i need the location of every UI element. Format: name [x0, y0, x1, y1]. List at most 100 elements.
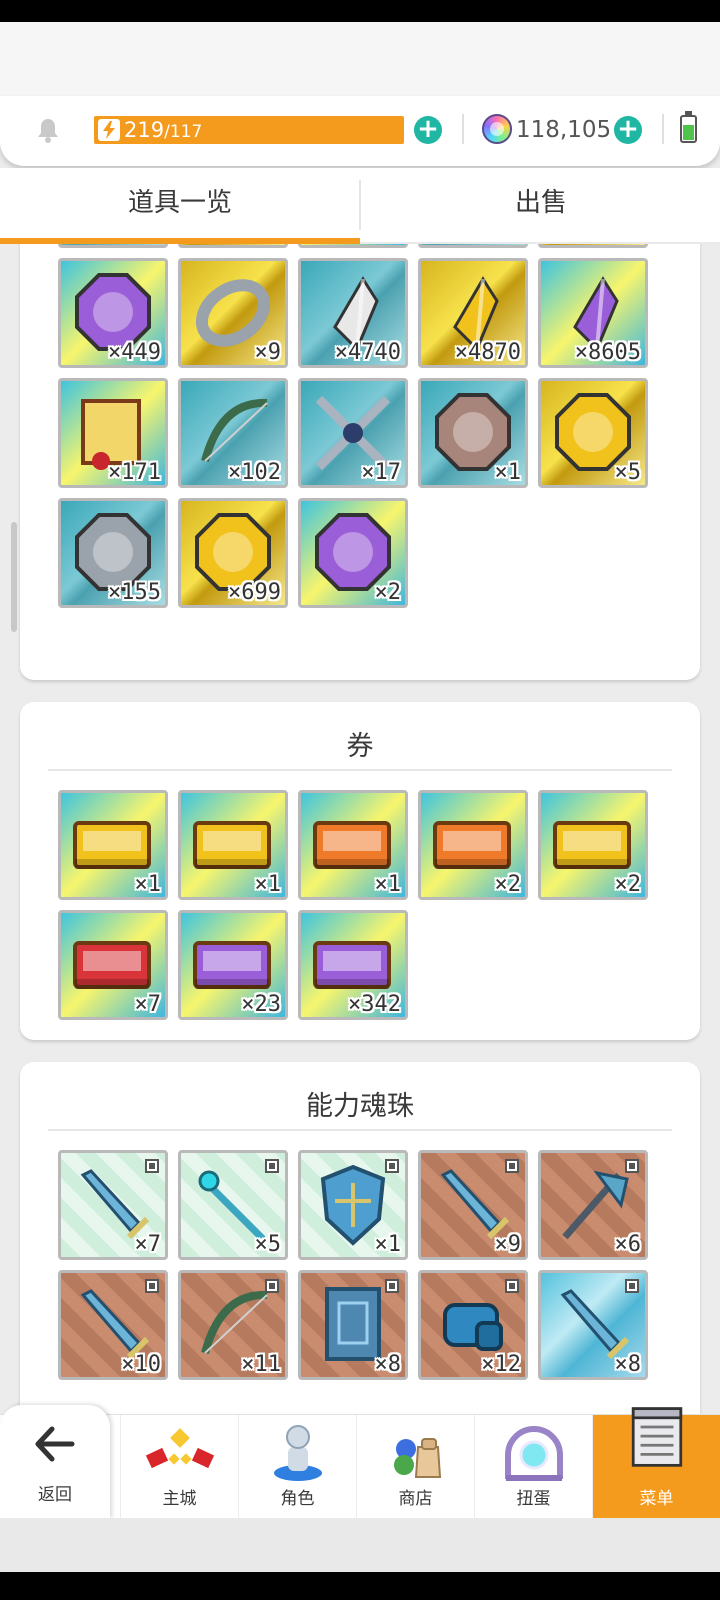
item-quantity: ×6: [614, 1232, 642, 1257]
item-slot[interactable]: ×1: [298, 790, 408, 900]
materials-panel: ×2630 ×3359 ×1204 ×311 ×156 ×449 ×9 ×4740 ×4870 ×…: [20, 244, 700, 680]
item-quantity: ×1: [374, 1232, 402, 1257]
item-slot[interactable]: ×9: [418, 1150, 528, 1260]
slot-badge-icon: [265, 1279, 279, 1293]
item-slot[interactable]: ×155: [58, 498, 168, 608]
scrollbar[interactable]: [11, 522, 17, 632]
item-slot[interactable]: ×2: [538, 790, 648, 900]
system-nav-bar: [0, 1572, 720, 1600]
item-slot[interactable]: ×4740: [298, 258, 408, 368]
divider: [662, 114, 664, 144]
item-slot[interactable]: ×1: [58, 790, 168, 900]
resource-bar: 219/117 + 118,105 +: [0, 96, 720, 166]
item-quantity: ×17: [361, 460, 401, 485]
menu-icon: [631, 1407, 682, 1467]
item-slot[interactable]: ×311: [418, 244, 528, 248]
add-gems-button[interactable]: +: [614, 116, 642, 144]
energy-bar: 219/117: [94, 116, 404, 144]
item-slot[interactable]: ×1: [418, 378, 528, 488]
item-slot[interactable]: ×8: [298, 1270, 408, 1380]
item-slot[interactable]: ×11: [178, 1270, 288, 1380]
item-quantity: ×11: [241, 1352, 281, 1377]
item-slot[interactable]: ×1204: [298, 244, 408, 248]
item-quantity: ×1: [134, 872, 162, 897]
nav-label: 商店: [398, 1489, 433, 1509]
item-quantity: ×8: [374, 1352, 402, 1377]
nav-label: 返回: [38, 1485, 72, 1505]
item-slot[interactable]: ×7: [58, 910, 168, 1020]
section-divider: [48, 769, 672, 771]
item-slot[interactable]: ×23: [178, 910, 288, 1020]
nav-label: 角色: [280, 1489, 315, 1509]
shop-icon: [393, 1438, 441, 1478]
top-spacer: [0, 22, 720, 100]
item-slot[interactable]: ×1: [178, 790, 288, 900]
item-slot[interactable]: ×449: [58, 258, 168, 368]
item-slot[interactable]: ×2: [418, 790, 528, 900]
tab-sell[interactable]: 出售: [361, 168, 720, 244]
nav-shop[interactable]: 商店: [356, 1415, 474, 1519]
item-quantity: ×155: [108, 580, 161, 605]
nav-back-button[interactable]: 返回: [0, 1405, 110, 1519]
nav-menu[interactable]: 菜单: [592, 1407, 720, 1519]
item-slot[interactable]: ×9: [178, 258, 288, 368]
item-quantity: ×23: [241, 992, 281, 1017]
item-slot[interactable]: ×17: [298, 378, 408, 488]
item-slot[interactable]: ×10: [58, 1270, 168, 1380]
item-slot[interactable]: ×1: [298, 1150, 408, 1260]
bottom-nav: 返回 主城 角色 商店 扭蛋 菜单: [0, 1405, 720, 1519]
item-quantity: ×10: [121, 1352, 161, 1377]
item-slot[interactable]: ×156: [538, 244, 648, 248]
gacha-icon: [504, 1426, 563, 1481]
item-quantity: ×8605: [574, 340, 641, 365]
nav-castle[interactable]: 主城: [120, 1415, 238, 1519]
item-quantity: ×156: [588, 244, 641, 245]
item-slot[interactable]: ×2: [298, 498, 408, 608]
nav-character[interactable]: 角色: [238, 1415, 356, 1519]
character-icon: [273, 1425, 322, 1481]
nav-label: 主城: [162, 1489, 197, 1509]
item-slot[interactable]: ×5: [178, 1150, 288, 1260]
add-energy-button[interactable]: +: [414, 116, 442, 144]
nav-gacha[interactable]: 扭蛋: [474, 1415, 592, 1519]
item-slot[interactable]: ×4870: [418, 258, 528, 368]
item-quantity: ×102: [228, 460, 281, 485]
bell-icon[interactable]: [34, 116, 62, 144]
item-slot[interactable]: ×3359: [178, 244, 288, 248]
item-quantity: ×1: [494, 460, 522, 485]
slot-badge-icon: [385, 1279, 399, 1293]
item-slot[interactable]: ×8: [538, 1270, 648, 1380]
item-quantity: ×12: [481, 1352, 521, 1377]
item-slot[interactable]: ×6: [538, 1150, 648, 1260]
item-slot[interactable]: ×342: [298, 910, 408, 1020]
item-quantity: ×5: [254, 1232, 282, 1257]
back-arrow-icon: [35, 1426, 75, 1462]
tab-item-list[interactable]: 道具一览: [0, 168, 360, 244]
item-slot[interactable]: ×171: [58, 378, 168, 488]
energy-current: 219: [124, 118, 165, 142]
item-quantity: ×1: [374, 872, 402, 897]
item-scroll-area[interactable]: ×2630 ×3359 ×1204 ×311 ×156 ×449 ×9 ×4740 ×4870 ×…: [0, 244, 720, 1414]
item-quantity: ×1: [254, 872, 282, 897]
orbs-panel: 能力魂珠 ×7 ×5 ×1 ×9 ×6 ×10 ×11 ×8 ×12 ×8: [20, 1062, 700, 1414]
item-quantity: ×2: [494, 872, 522, 897]
slot-badge-icon: [145, 1159, 159, 1173]
nav-label: 扭蛋: [516, 1489, 551, 1509]
item-quantity: ×4870: [454, 340, 521, 365]
tab-bar: 道具一览 出售: [0, 168, 720, 244]
item-quantity: ×7: [134, 1232, 162, 1257]
tickets-panel: 券 ×1 ×1 ×1 ×2 ×2 ×7 ×23 ×342: [20, 702, 700, 1040]
item-slot[interactable]: ×7: [58, 1150, 168, 1260]
item-quantity: ×5: [614, 460, 642, 485]
item-slot[interactable]: ×8605: [538, 258, 648, 368]
item-slot[interactable]: ×12: [418, 1270, 528, 1380]
lightning-icon: [98, 119, 120, 141]
item-slot[interactable]: ×699: [178, 498, 288, 608]
slot-badge-icon: [505, 1159, 519, 1173]
item-quantity: ×2630: [95, 244, 161, 245]
item-slot[interactable]: ×102: [178, 378, 288, 488]
item-quantity: ×3359: [215, 244, 281, 245]
item-quantity: ×2: [614, 872, 642, 897]
item-slot[interactable]: ×2630: [58, 244, 168, 248]
item-slot[interactable]: ×5: [538, 378, 648, 488]
